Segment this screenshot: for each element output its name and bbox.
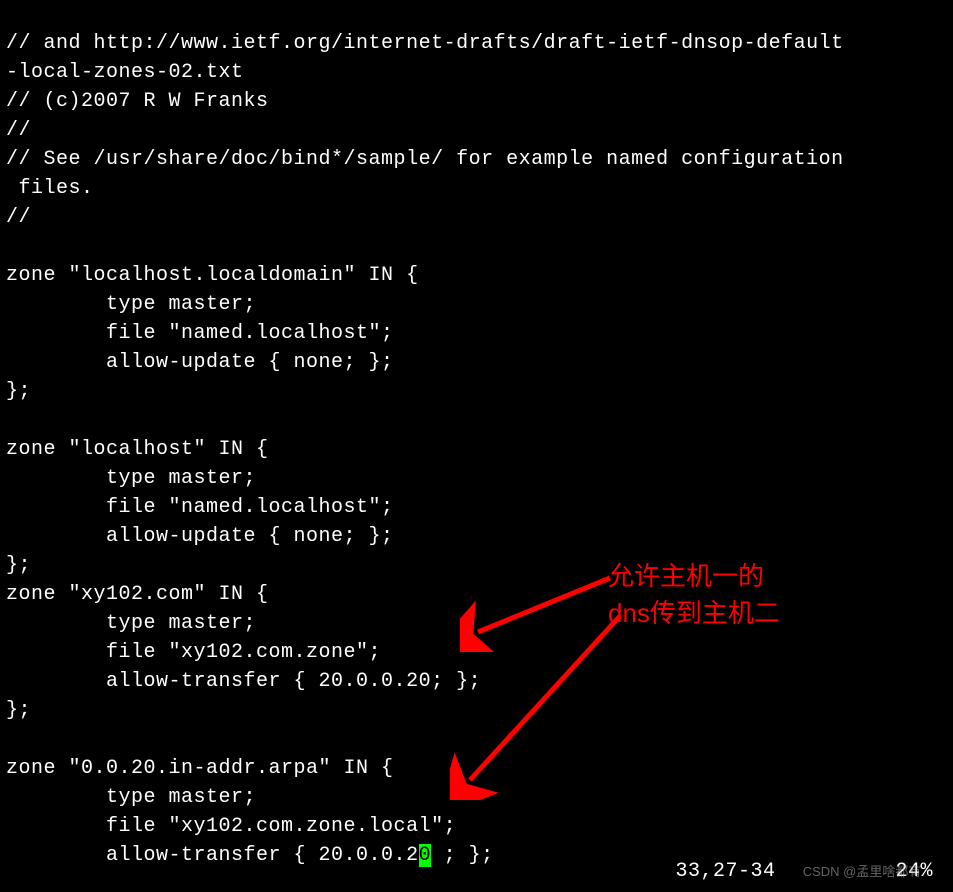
code-line: allow-transfer { 20.0.0.20; };: [6, 670, 481, 693]
code-line: files.: [6, 177, 94, 200]
code-line: //: [6, 119, 31, 142]
code-line: };: [6, 554, 31, 577]
code-line-prefix: allow-transfer { 20.0.0.2: [6, 844, 419, 867]
code-line: // and http://www.ietf.org/internet-draf…: [6, 32, 844, 55]
code-line: type master;: [6, 612, 256, 635]
code-line: zone "localhost" IN {: [6, 438, 269, 461]
code-line: type master;: [6, 786, 256, 809]
code-line: zone "xy102.com" IN {: [6, 583, 269, 606]
code-line: // See /usr/share/doc/bind*/sample/ for …: [6, 148, 844, 171]
code-line: type master;: [6, 467, 256, 490]
code-line: };: [6, 380, 31, 403]
vim-cursor-position: 33,27-34: [675, 857, 775, 886]
code-line: };: [6, 699, 31, 722]
annotation-line1: 允许主机一的: [608, 561, 764, 591]
code-line: -local-zones-02.txt: [6, 61, 244, 84]
code-line: allow-update { none; };: [6, 351, 394, 374]
annotation-line2: dns传到主机二: [608, 598, 780, 628]
vim-cursor: 0: [419, 844, 432, 867]
code-line: type master;: [6, 293, 256, 316]
code-line: file "named.localhost";: [6, 322, 394, 345]
code-line: zone "0.0.20.in-addr.arpa" IN {: [6, 757, 394, 780]
vim-scroll-percent: 24%: [895, 860, 933, 883]
code-line: file "xy102.com.zone";: [6, 641, 381, 664]
vim-status-bar: 33,27-34 24%: [675, 857, 933, 886]
code-line: allow-update { none; };: [6, 525, 394, 548]
code-line: file "xy102.com.zone.local";: [6, 815, 456, 838]
terminal-output[interactable]: // and http://www.ietf.org/internet-draf…: [6, 0, 947, 870]
code-line: file "named.localhost";: [6, 496, 394, 519]
code-line-suffix: ; };: [431, 844, 494, 867]
code-line: // (c)2007 R W Franks: [6, 90, 269, 113]
annotation-text: 允许主机一的 dns传到主机二: [608, 522, 780, 631]
code-line: zone "localhost.localdomain" IN {: [6, 264, 419, 287]
code-line: //: [6, 206, 31, 229]
